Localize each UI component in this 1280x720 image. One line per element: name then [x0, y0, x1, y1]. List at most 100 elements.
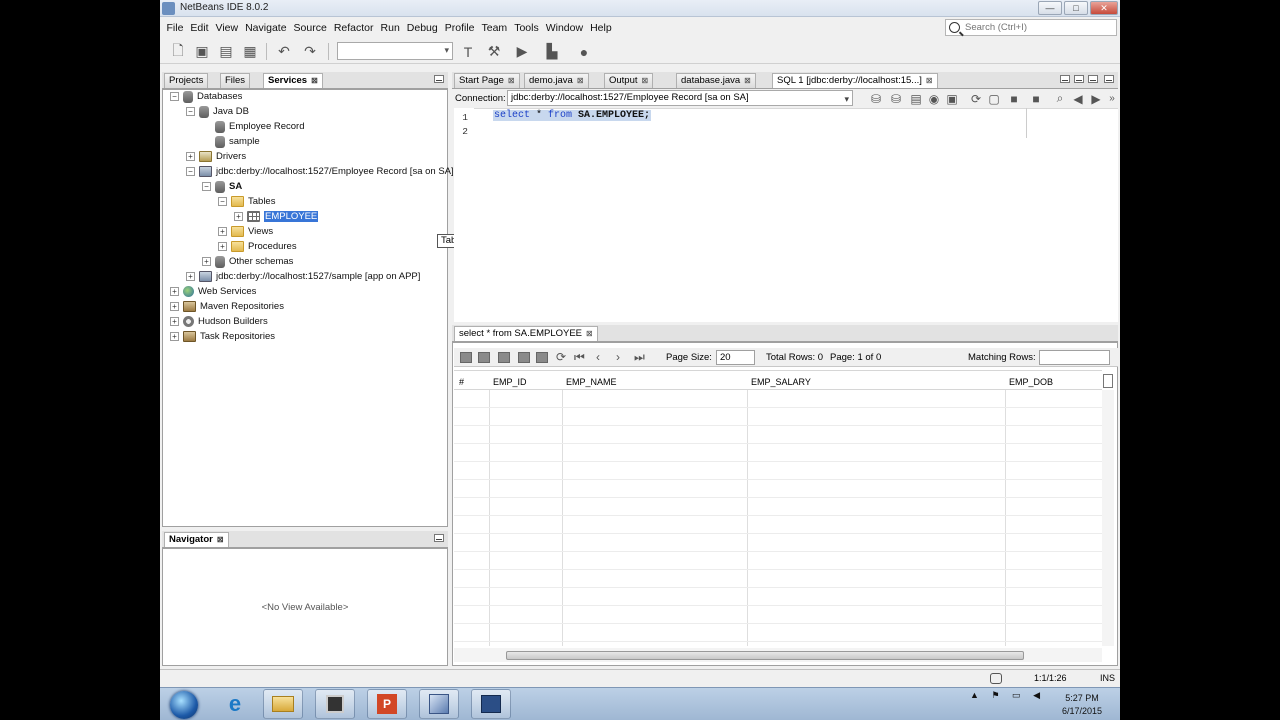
clock[interactable]: 5:27 PM 6/17/2015 — [1052, 692, 1112, 718]
clean-build-icon[interactable]: ⚒ — [484, 42, 504, 61]
expand-icon[interactable]: + — [186, 272, 195, 281]
expand-icon[interactable]: + — [218, 242, 227, 251]
column-header[interactable]: EMP_SALARY — [751, 377, 811, 387]
collapse-icon[interactable]: − — [186, 167, 195, 176]
tab-files[interactable]: Files — [220, 73, 251, 88]
app-icon[interactable] — [471, 689, 511, 719]
menu-tools[interactable]: Tools — [511, 22, 543, 34]
scroll-left-icon[interactable] — [1060, 75, 1070, 83]
tree-node[interactable]: Employee Record — [202, 119, 305, 134]
tab-demo-java[interactable]: demo.java ⊠ — [524, 73, 589, 88]
tab-projects[interactable]: Projects — [164, 73, 209, 88]
save-all-icon[interactable]: ▦ — [240, 42, 260, 61]
tree-node[interactable]: − SA — [202, 179, 242, 194]
tree-node[interactable]: + Views — [218, 224, 273, 239]
profile-icon[interactable]: ● — [574, 42, 594, 61]
tree-node[interactable]: + Web Services — [170, 284, 256, 299]
format-icon[interactable]: ▢ — [984, 89, 1004, 108]
connection-icon[interactable]: ◉ — [924, 89, 944, 108]
matching-rows-input[interactable] — [1039, 350, 1110, 365]
column-header[interactable]: EMP_ID — [493, 377, 527, 387]
tab-navigator[interactable]: Navigator ⊠ — [164, 532, 229, 547]
last-page-icon[interactable]: ⏭ — [634, 350, 645, 365]
macro-icon[interactable]: ■ — [1004, 89, 1024, 108]
close-tab-icon[interactable]: ⊠ — [311, 76, 318, 85]
start-button[interactable] — [170, 691, 198, 719]
minimize-panel-icon[interactable] — [434, 75, 444, 83]
find-previous-icon[interactable]: ◀ — [1068, 89, 1088, 108]
powerpoint-icon[interactable]: P — [367, 689, 407, 719]
network-icon[interactable]: ▭ — [1012, 690, 1021, 700]
tab-sql-1[interactable]: SQL 1 [jdbc:derby://localhost:15...] ⊠ — [772, 73, 938, 88]
expand-icon[interactable]: + — [170, 317, 179, 326]
netbeans-icon[interactable] — [419, 689, 459, 719]
tree-node[interactable]: + Hudson Builders — [170, 314, 268, 329]
column-header[interactable]: EMP_DOB — [1009, 377, 1053, 387]
expand-icon[interactable]: + — [170, 332, 179, 341]
menu-team[interactable]: Team — [478, 22, 511, 34]
truncate-icon[interactable] — [536, 352, 548, 363]
redo-icon[interactable]: ↷ — [300, 42, 320, 61]
sql-editor[interactable] — [454, 108, 1118, 322]
refresh-icon[interactable]: ⟳ — [966, 89, 986, 108]
search-box[interactable] — [945, 19, 1117, 36]
tab-start-page[interactable]: Start Page ⊠ — [454, 73, 520, 88]
expand-icon[interactable]: + — [234, 212, 243, 221]
debug-icon[interactable]: ▙ — [542, 42, 562, 61]
expand-icon[interactable]: + — [170, 302, 179, 311]
show-hidden-icons-icon[interactable]: ▲ — [970, 690, 979, 700]
menu-window[interactable]: Window — [542, 22, 586, 34]
column-header[interactable]: # — [459, 377, 464, 387]
configuration-combo[interactable] — [337, 42, 453, 60]
maximize-editor-icon[interactable] — [1104, 75, 1114, 83]
tree-node[interactable]: + jdbc:derby://localhost:1527/sample [app… — [186, 269, 420, 284]
vertical-scrollbar[interactable] — [1102, 390, 1114, 646]
close-button[interactable]: ✕ — [1090, 1, 1118, 15]
commit-icon[interactable] — [498, 352, 510, 363]
minimize-button[interactable]: — — [1038, 1, 1062, 15]
collapse-icon[interactable]: − — [218, 197, 227, 206]
expand-icon[interactable]: + — [170, 287, 179, 296]
tree-node[interactable]: sample — [202, 134, 260, 149]
next-page-icon[interactable]: › — [616, 350, 620, 364]
tree-node[interactable]: − Tables — [218, 194, 275, 209]
notifications-icon[interactable] — [990, 673, 1002, 684]
delete-record-icon[interactable] — [478, 352, 490, 363]
open-project-icon[interactable]: ▤ — [216, 42, 236, 61]
action-center-icon[interactable]: ⚑ — [991, 690, 999, 700]
build-icon[interactable]: T — [458, 42, 478, 61]
expand-icon[interactable]: + — [202, 257, 211, 266]
refresh-icon[interactable]: ⟳ — [556, 350, 566, 364]
menu-edit[interactable]: Edit — [187, 22, 212, 34]
stop-icon[interactable]: ■ — [1026, 89, 1046, 108]
scroll-right-icon[interactable] — [1074, 75, 1084, 83]
media-player-icon[interactable] — [315, 689, 355, 719]
scroll-thumb[interactable] — [506, 651, 1024, 660]
tree-node[interactable]: − Databases — [170, 89, 242, 104]
sql-history-icon[interactable]: ▤ — [906, 89, 926, 108]
menu-run[interactable]: Run — [377, 22, 403, 34]
menu-help[interactable]: Help — [587, 22, 616, 34]
tree-node[interactable]: + EMPLOYEE — [234, 209, 319, 224]
ie-icon[interactable]: e — [215, 689, 255, 719]
tree-node[interactable]: − Java DB — [186, 104, 249, 119]
minimize-panel-icon[interactable] — [434, 534, 444, 542]
cancel-edits-icon[interactable] — [518, 352, 530, 363]
connection-combo[interactable]: jdbc:derby://localhost:1527/Employee Rec… — [507, 90, 853, 106]
new-file-icon[interactable]: 🗋 — [168, 42, 188, 61]
collapse-icon[interactable]: − — [170, 92, 179, 101]
expand-icon[interactable]: + — [186, 152, 195, 161]
tab-database-java[interactable]: database.java ⊠ — [676, 73, 756, 88]
previous-page-icon[interactable]: ‹ — [596, 350, 600, 364]
menu-navigate[interactable]: Navigate — [242, 22, 290, 34]
close-tab-icon[interactable]: ⊠ — [217, 535, 224, 544]
tree-node[interactable]: + Maven Repositories — [170, 299, 284, 314]
sql-statement[interactable]: select * from SA.EMPLOYEE; — [493, 110, 652, 121]
expand-icon[interactable]: + — [218, 227, 227, 236]
new-project-icon[interactable]: ▣ — [192, 42, 212, 61]
menu-profile[interactable]: Profile — [441, 22, 478, 34]
menu-source[interactable]: Source — [290, 22, 330, 34]
first-page-icon[interactable]: ⏮ — [574, 350, 585, 365]
tab-services[interactable]: Services ⊠ — [263, 73, 323, 88]
run-icon[interactable]: ▶ — [512, 42, 532, 61]
